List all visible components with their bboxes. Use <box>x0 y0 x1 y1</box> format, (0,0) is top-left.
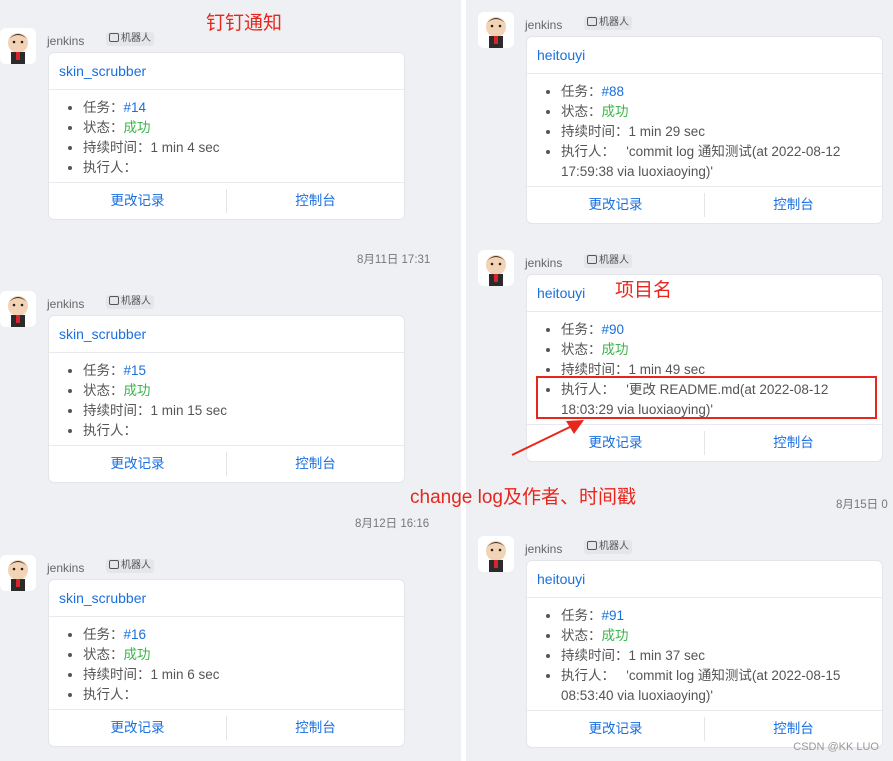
robot-badge: 机器人 <box>106 559 154 573</box>
sender-name: jenkins <box>525 256 563 270</box>
jenkins-avatar-icon[interactable] <box>478 12 514 48</box>
robot-icon <box>109 33 119 42</box>
task-row: 任务：#88 <box>561 82 882 102</box>
changes-button[interactable]: 更改记录 <box>49 183 226 219</box>
task-row: 任务：#91 <box>561 606 882 626</box>
console-button[interactable]: 控制台 <box>227 183 404 219</box>
duration-row: 持续时间：1 min 37 sec <box>561 646 882 666</box>
task-row: 任务：#16 <box>83 625 404 645</box>
sender-name: jenkins <box>47 561 85 575</box>
message-timestamp: 8月15日 0 <box>836 499 888 511</box>
duration-value: 1 min 15 sec <box>150 403 228 418</box>
task-row: 任务：#90 <box>561 320 882 340</box>
duration-value: 1 min 6 sec <box>150 667 220 682</box>
message-card: skin_scrubber 任务：#16 状态：成功 持续时间：1 min 6 … <box>48 579 405 747</box>
status-row: 状态：成功 <box>83 381 404 401</box>
robot-badge: 机器人 <box>106 295 154 309</box>
duration-row: 持续时间：1 min 6 sec <box>83 665 404 685</box>
annotation-changelog: change log及作者、时间戳 <box>410 487 636 508</box>
status-row: 状态：成功 <box>83 645 404 665</box>
watermark: CSDN @KK LUO <box>793 741 879 753</box>
message-card: skin_scrubber 任务：#15 状态：成功 持续时间：1 min 15… <box>48 315 405 483</box>
annotation-dingtalk: 钉钉通知 <box>206 13 283 34</box>
message-card: heitouyi 任务：#88 状态：成功 持续时间：1 min 29 sec … <box>526 36 883 224</box>
changes-button[interactable]: 更改记录 <box>527 711 704 747</box>
jenkins-avatar-icon[interactable] <box>478 536 514 572</box>
message-card: heitouyi 任务：#91 状态：成功 持续时间：1 min 37 sec … <box>526 560 883 748</box>
status-row: 状态：成功 <box>561 102 882 122</box>
jenkins-avatar-icon[interactable] <box>0 28 36 64</box>
status-value: 成功 <box>601 342 629 357</box>
task-link[interactable]: #14 <box>124 100 147 115</box>
card-title[interactable]: heitouyi <box>527 37 882 74</box>
sender-name: jenkins <box>525 18 563 32</box>
duration-row: 持续时间：1 min 4 sec <box>83 138 404 158</box>
message-timestamp: 8月12日 16:16 <box>355 518 430 530</box>
message-card: skin_scrubber 任务：#14 状态：成功 持续时间：1 min 4 … <box>48 52 405 220</box>
card-title[interactable]: skin_scrubber <box>49 53 404 90</box>
changes-button[interactable]: 更改记录 <box>527 187 704 223</box>
status-value: 成功 <box>123 647 151 662</box>
executor-value: 'commit log 通知测试(at 2022-08-15 <box>626 668 841 683</box>
message-timestamp: 8月11日 17:31 <box>357 254 431 266</box>
duration-value: 1 min 49 sec <box>628 362 706 377</box>
executor-row: 执行人： 'commit log 通知测试(at 2022-08-1508:53… <box>561 666 882 706</box>
duration-value: 1 min 29 sec <box>628 124 706 139</box>
executor-value: 'commit log 通知测试(at 2022-08-12 <box>626 144 841 159</box>
duration-value: 1 min 37 sec <box>628 648 706 663</box>
changes-button[interactable]: 更改记录 <box>49 710 226 746</box>
robot-badge: 机器人 <box>584 254 632 268</box>
duration-row: 持续时间：1 min 15 sec <box>83 401 404 421</box>
arrow-icon <box>511 420 584 456</box>
executor-row: 执行人： <box>83 685 404 705</box>
robot-icon <box>587 255 597 264</box>
sender-name: jenkins <box>47 34 85 48</box>
jenkins-avatar-icon[interactable] <box>0 555 36 591</box>
robot-badge: 机器人 <box>584 540 632 554</box>
status-value: 成功 <box>123 383 151 398</box>
jenkins-avatar-icon[interactable] <box>0 291 36 327</box>
task-link[interactable]: #91 <box>602 608 625 623</box>
console-button[interactable]: 控制台 <box>705 425 882 461</box>
status-row: 状态：成功 <box>83 118 404 138</box>
task-row: 任务：#15 <box>83 361 404 381</box>
status-value: 成功 <box>601 628 629 643</box>
task-row: 任务：#14 <box>83 98 404 118</box>
executor-value-cont: 08:53:40 via luoxiaoying)' <box>561 688 713 703</box>
task-link[interactable]: #90 <box>602 322 625 337</box>
changes-button[interactable]: 更改记录 <box>49 446 226 482</box>
executor-row: 执行人： 'commit log 通知测试(at 2022-08-1217:59… <box>561 142 882 182</box>
task-link[interactable]: #88 <box>602 84 625 99</box>
console-button[interactable]: 控制台 <box>705 187 882 223</box>
executor-row: 执行人： <box>83 158 404 178</box>
robot-icon <box>109 296 119 305</box>
duration-row: 持续时间：1 min 29 sec <box>561 122 882 142</box>
status-row: 状态：成功 <box>561 340 882 360</box>
robot-badge: 机器人 <box>106 32 154 46</box>
annotation-project-name: 项目名 <box>615 280 673 301</box>
robot-icon <box>587 541 597 550</box>
task-link[interactable]: #16 <box>124 627 147 642</box>
robot-badge: 机器人 <box>584 16 632 30</box>
jenkins-avatar-icon[interactable] <box>478 250 514 286</box>
sender-name: jenkins <box>47 297 85 311</box>
sender-name: jenkins <box>525 542 563 556</box>
console-button[interactable]: 控制台 <box>227 446 404 482</box>
card-title[interactable]: heitouyi <box>527 275 882 312</box>
status-row: 状态：成功 <box>561 626 882 646</box>
task-link[interactable]: #15 <box>124 363 147 378</box>
card-title[interactable]: heitouyi <box>527 561 882 598</box>
executor-row: 执行人： <box>83 421 404 441</box>
card-title[interactable]: skin_scrubber <box>49 316 404 353</box>
robot-icon <box>109 560 119 569</box>
status-value: 成功 <box>601 104 629 119</box>
duration-value: 1 min 4 sec <box>150 140 220 155</box>
console-button[interactable]: 控制台 <box>227 710 404 746</box>
status-value: 成功 <box>123 120 151 135</box>
robot-icon <box>587 17 597 26</box>
executor-value-cont: 17:59:38 via luoxiaoying)' <box>561 164 713 179</box>
card-title[interactable]: skin_scrubber <box>49 580 404 617</box>
